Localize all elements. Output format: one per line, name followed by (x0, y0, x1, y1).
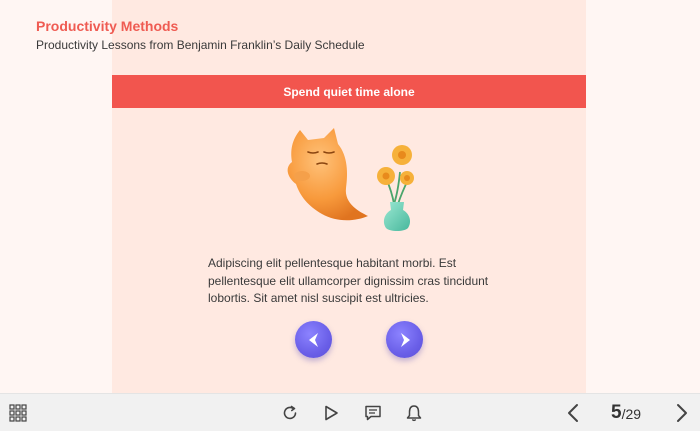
comment-icon (365, 405, 381, 420)
chevron-left-icon (308, 332, 318, 347)
prev-slide-button[interactable] (295, 321, 332, 358)
slide-banner: Spend quiet time alone (112, 75, 586, 108)
course-subtitle: Productivity Lessons from Benjamin Frank… (36, 38, 365, 52)
chevron-right-icon (400, 332, 410, 347)
bell-icon (406, 404, 422, 421)
next-slide-button[interactable] (386, 321, 423, 358)
notifications-button[interactable] (403, 394, 425, 431)
course-title: Productivity Methods (36, 18, 179, 34)
play-button[interactable] (320, 394, 342, 431)
next-page-button[interactable] (671, 394, 693, 431)
next-arrow-icon (677, 403, 687, 422)
comments-button[interactable] (362, 394, 384, 431)
grid-menu-icon (9, 403, 27, 422)
flower-vase-icon (377, 145, 414, 231)
slide-banner-title: Spend quiet time alone (283, 84, 415, 99)
ghost-character-icon (287, 128, 368, 221)
page-total: /29 (621, 406, 642, 422)
player-toolbar: 5 /29 (0, 393, 700, 431)
page-current: 5 (611, 401, 622, 423)
replay-button[interactable] (279, 394, 301, 431)
menu-button[interactable] (8, 394, 28, 431)
page-counter: 5 /29 (611, 394, 641, 431)
prev-arrow-icon (568, 403, 578, 422)
slide-body-text: Adipiscing elit pellentesque habitant mo… (208, 256, 489, 305)
slide-illustration (287, 128, 414, 231)
replay-icon (283, 405, 297, 419)
play-icon (325, 405, 338, 420)
previous-page-button[interactable] (562, 394, 584, 431)
